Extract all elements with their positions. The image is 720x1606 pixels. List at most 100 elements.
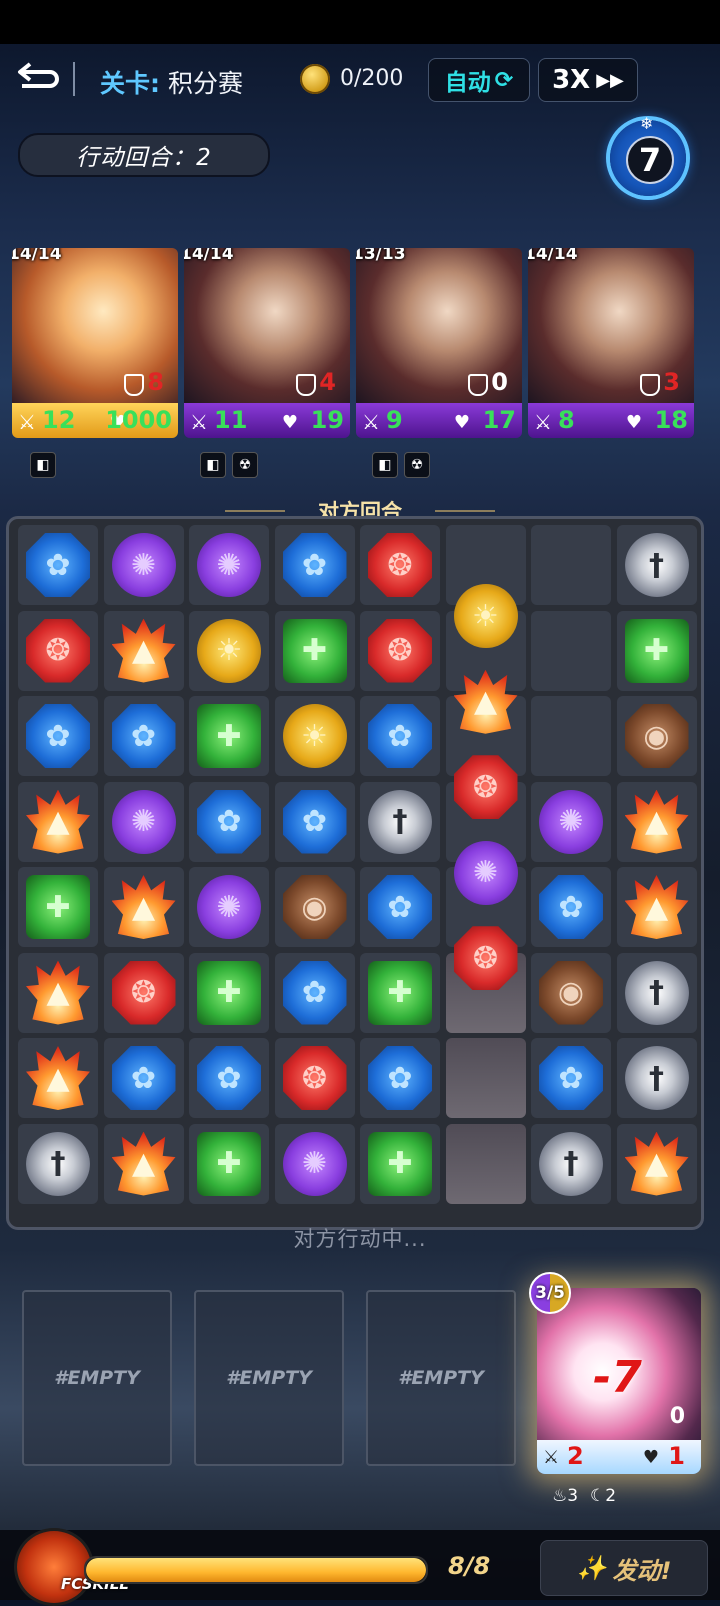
speed-label: 3X	[552, 65, 591, 95]
sword-gem[interactable]: †	[536, 1129, 606, 1199]
fcskill-badge[interactable]: FCSKILL	[14, 1528, 129, 1606]
enemy-card-2[interactable]: 14/14 4 ⚔ 11 ♥ 19	[184, 248, 350, 438]
blue-gem[interactable]: ✿	[109, 1043, 179, 1113]
red-gem[interactable]: ❂	[23, 616, 93, 686]
shield-buff-icon: ◧	[372, 452, 398, 478]
enemy-card-3[interactable]: 13/13 0 ⚔ 9 ♥ 17	[356, 248, 522, 438]
fire-gem[interactable]: ▲	[622, 872, 692, 942]
sword-gem[interactable]: †	[365, 787, 435, 857]
purple-gem[interactable]: ✺	[109, 787, 179, 857]
shield-icon	[124, 374, 144, 396]
green-gem[interactable]: ✚	[365, 1129, 435, 1199]
skill-slot-1[interactable]: #EMPTY	[22, 1290, 172, 1466]
back-arrow-icon	[18, 62, 59, 88]
board-cell[interactable]	[531, 696, 611, 776]
brown-gem[interactable]: ◉	[280, 872, 350, 942]
mini-stat-b-value: 2	[605, 1486, 617, 1506]
brown-gem[interactable]: ◉	[622, 701, 692, 771]
purple-gem[interactable]: ✺	[194, 530, 264, 600]
gem-board[interactable]: ✿ ✺ ✺ ✿ ❂ † ❂ ▲ ☀ ✚ ❂ ✚ ✿ ✿ ✚ ☀ ✿ ◉ ▲ ✺ ✿ ✿ † ✺ ▲ ✚ ▲ ✺ ◉ ✿ ✿ ▲ ▲ ❂ ✚ ✿ ✚ ◉ † ▲…	[6, 516, 704, 1230]
green-gem[interactable]: ✚	[622, 616, 692, 686]
sword-gem[interactable]: †	[622, 530, 692, 600]
card-count: 14/14	[528, 248, 578, 264]
speed-button[interactable]: 3X ▶▶	[538, 58, 638, 102]
skill-slot-2[interactable]: #EMPTY	[194, 1290, 344, 1466]
blue-gem[interactable]: ✿	[280, 958, 350, 1028]
snowflake-icon: ❄	[640, 114, 654, 133]
enemy-card-1[interactable]: 14/14 8 ⚔ 12 ♥ 1000	[12, 248, 178, 438]
card-2-buffs: ◧ ☢	[200, 452, 258, 478]
blue-gem[interactable]: ✿	[280, 530, 350, 600]
divider	[73, 62, 75, 96]
board-cell[interactable]	[531, 610, 611, 691]
blue-gem[interactable]: ✿	[536, 872, 606, 942]
fire-gem[interactable]: ▲	[23, 958, 93, 1028]
launch-button[interactable]: ✨ 发动!	[540, 1540, 708, 1596]
moon-icon: ☾	[590, 1486, 606, 1506]
blue-gem[interactable]: ✿	[194, 1043, 264, 1113]
beast-buff-icon: ☢	[404, 452, 430, 478]
wand-icon: ✨	[576, 1554, 607, 1582]
board-cell[interactable]	[531, 525, 611, 605]
card-attack: 12	[42, 406, 76, 434]
green-gem[interactable]: ✚	[194, 701, 264, 771]
green-gem[interactable]: ✚	[365, 958, 435, 1028]
purple-gem[interactable]: ✺	[536, 787, 606, 857]
skill-card[interactable]: 3/5 -7 0 ⚔ 2 ♥ 1	[529, 1272, 701, 1474]
blue-gem[interactable]: ✿	[23, 701, 93, 771]
card-shield: 3	[663, 368, 680, 396]
board-cell[interactable]	[445, 1038, 526, 1118]
sword-gem[interactable]: †	[622, 1043, 692, 1113]
sword-gem[interactable]: †	[23, 1129, 93, 1199]
coin-icon	[300, 64, 330, 94]
blue-gem[interactable]: ✿	[365, 701, 435, 771]
falling-purple-gem: ✺	[451, 838, 521, 908]
green-gem[interactable]: ✚	[23, 872, 93, 942]
brown-gem[interactable]: ◉	[536, 958, 606, 1028]
menu-grid-button[interactable]	[658, 60, 704, 100]
card-shield: 0	[491, 368, 508, 396]
energy-bar-fill	[86, 1558, 426, 1582]
flame-icon: ♨	[552, 1486, 568, 1506]
purple-gem[interactable]: ✺	[109, 530, 179, 600]
card-1-buffs: ◧	[30, 452, 56, 478]
green-gem[interactable]: ✚	[194, 1129, 264, 1199]
fire-gem[interactable]: ▲	[23, 787, 93, 857]
blue-gem[interactable]: ✿	[194, 787, 264, 857]
fire-gem[interactable]: ▲	[23, 1043, 93, 1113]
red-gem[interactable]: ❂	[109, 958, 179, 1028]
purple-gem[interactable]: ✺	[194, 872, 264, 942]
blue-gem[interactable]: ✿	[365, 872, 435, 942]
skill-slot-3[interactable]: #EMPTY	[366, 1290, 516, 1466]
board-cell[interactable]	[445, 1123, 526, 1204]
blue-gem[interactable]: ✿	[536, 1043, 606, 1113]
fire-gem[interactable]: ▲	[622, 1129, 692, 1199]
blue-gem[interactable]: ✿	[365, 1043, 435, 1113]
red-gem[interactable]: ❂	[280, 1043, 350, 1113]
fire-gem[interactable]: ▲	[109, 616, 179, 686]
blue-gem[interactable]: ✿	[109, 701, 179, 771]
fire-gem[interactable]: ▲	[109, 872, 179, 942]
card-count: 13/13	[356, 248, 406, 264]
fire-gem[interactable]: ▲	[622, 787, 692, 857]
green-gem[interactable]: ✚	[194, 958, 264, 1028]
red-gem[interactable]: ❂	[365, 530, 435, 600]
yellow-gem[interactable]: ☀	[280, 701, 350, 771]
blue-gem[interactable]: ✿	[23, 530, 93, 600]
green-gem[interactable]: ✚	[280, 616, 350, 686]
enemy-card-4[interactable]: 14/14 3 ⚔ 8 ♥ 18	[528, 248, 694, 438]
heart-icon: ♥	[625, 412, 642, 433]
top-bar: 关卡: 积分赛 0/200 自动 ⟳ 3X ▶▶	[0, 44, 720, 114]
purple-gem[interactable]: ✺	[280, 1129, 350, 1199]
heart-icon: ♥	[453, 412, 470, 433]
card-attack: 9	[386, 406, 403, 434]
fire-gem[interactable]: ▲	[109, 1129, 179, 1199]
red-gem[interactable]: ❂	[365, 616, 435, 686]
yellow-gem[interactable]: ☀	[194, 616, 264, 686]
sword-gem[interactable]: †	[622, 958, 692, 1028]
auto-button[interactable]: 自动 ⟳	[428, 58, 530, 102]
back-button[interactable]	[16, 58, 60, 98]
blue-gem[interactable]: ✿	[280, 787, 350, 857]
heart-icon: ♥	[281, 412, 298, 433]
card-hp: 19	[310, 406, 344, 434]
